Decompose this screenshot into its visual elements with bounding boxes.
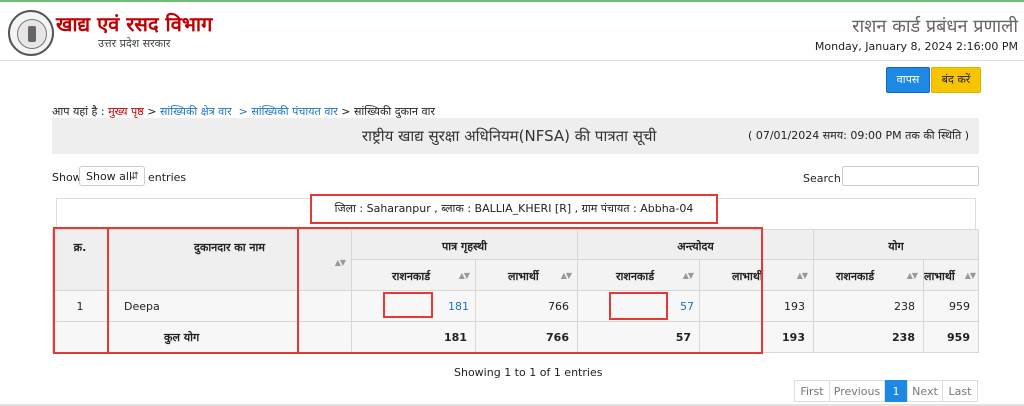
search-label: Search: — [803, 172, 845, 185]
show-label: Show — [52, 171, 82, 184]
highlight-eligible-ration-value — [383, 292, 433, 318]
breadcrumb-separator: > — [147, 105, 157, 118]
select-caret-icon: ⇵ — [130, 171, 139, 182]
breadcrumb: आप यहां है : मुख्य पृष्ठ > सांख्यिकी क्ष… — [52, 104, 435, 119]
highlight-shopkeeper-column — [107, 227, 299, 354]
highlight-eligible-antyodaya-columns — [297, 227, 763, 354]
report-title-bar: राष्ट्रीय खाद्य सुरक्षा अधिनियम(NFSA) की… — [52, 118, 979, 154]
department-title: खाद्य एवं रसद विभाग — [56, 12, 213, 36]
table-row-total-ration: 238 — [814, 291, 924, 322]
pagination-first[interactable]: First — [794, 380, 830, 402]
highlight-sno-column — [53, 227, 109, 354]
subheader-total-beneficiary[interactable]: लाभार्थी ▲▼ — [924, 260, 979, 291]
entries-select[interactable]: Show all ⇵ — [79, 166, 145, 186]
total-row-total-beneficiary: 959 — [924, 322, 979, 353]
close-button[interactable]: बंद करें — [931, 67, 981, 93]
pagination-next[interactable]: Next — [907, 380, 943, 402]
pagination-previous[interactable]: Previous — [829, 380, 885, 402]
government-emblem-logo — [8, 10, 54, 56]
sort-icon: ▲▼ — [964, 271, 976, 280]
sort-icon: ▲▼ — [796, 271, 808, 280]
pagination-last[interactable]: Last — [942, 380, 978, 402]
breadcrumb-area-link[interactable]: सांख्यिकी क्षेत्र वार — [160, 105, 232, 118]
group-header-total: योग — [814, 229, 979, 260]
report-status: ( 07/01/2024 समय: 09:00 PM तक की स्थिति … — [748, 129, 969, 142]
highlight-antyodaya-ration-value — [609, 292, 668, 320]
sort-icon: ▲▼ — [906, 271, 918, 280]
report-title: राष्ट्रीय खाद्य सुरक्षा अधिनियम(NFSA) की… — [362, 127, 657, 145]
table-info: Showing 1 to 1 of 1 entries — [454, 366, 603, 379]
entries-select-value: Show all — [86, 170, 133, 183]
back-button[interactable]: वापस — [886, 67, 930, 93]
total-row-total-ration: 238 — [814, 322, 924, 353]
current-datetime: Monday, January 8, 2024 2:16:00 PM — [814, 40, 1018, 53]
department-subtitle: उत्तर प्रदेश सरकार — [98, 37, 171, 50]
location-info: जिला : Saharanpur , ब्लाक : BALLIA_KHERI… — [310, 194, 718, 224]
site-header: खाद्य एवं रसद विभाग उत्तर प्रदेश सरकार र… — [0, 2, 1024, 61]
breadcrumb-prefix: आप यहां है : — [52, 105, 105, 118]
search-input[interactable] — [842, 166, 979, 186]
breadcrumb-home-link[interactable]: मुख्य पृष्ठ — [108, 105, 144, 118]
breadcrumb-panchayat-link[interactable]: > सांख्यिकी पंचायत वार — [239, 105, 338, 118]
table-row-total-beneficiary: 959 — [924, 291, 979, 322]
breadcrumb-current: > सांख्यिकी दुकान वार — [341, 105, 435, 118]
system-title: राशन कार्ड प्रबंधन प्रणाली — [852, 16, 1018, 37]
subheader-total-ration[interactable]: राशनकार्ड ▲▼ — [814, 260, 924, 291]
pagination-page-1[interactable]: 1 — [885, 380, 907, 402]
entries-label: entries — [148, 171, 187, 184]
